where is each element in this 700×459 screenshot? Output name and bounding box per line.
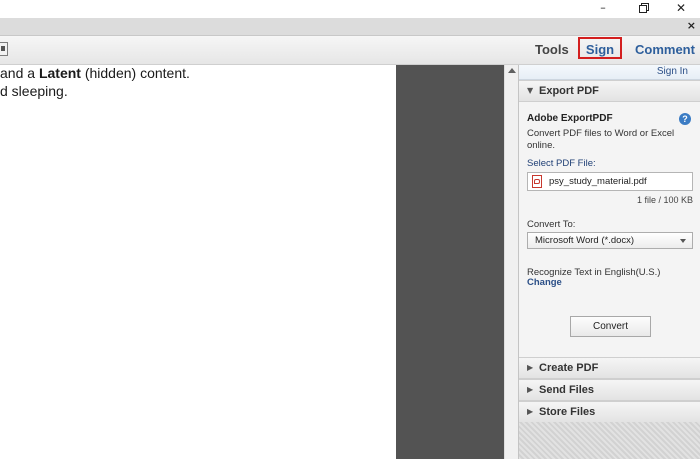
file-name: psy_study_material.pdf: [549, 176, 647, 187]
file-count: 1 file / 100 KB: [636, 195, 693, 205]
bold-text: Latent: [38, 65, 81, 81]
document-canvas-background: [396, 65, 504, 459]
store-files-section-header[interactable]: ▶ Store Files: [519, 401, 700, 423]
text-span: (hidden) content.: [80, 65, 190, 81]
document-tab-bar: ×: [0, 18, 700, 36]
pane-empty-area: [519, 422, 700, 459]
collapsed-arrow-icon: ▶: [527, 407, 534, 416]
close-document-icon[interactable]: ×: [687, 18, 696, 34]
tools-pane: Sign In ▼ Export PDF Adobe ExportPDF ? C…: [518, 65, 700, 459]
sign-tab[interactable]: Sign: [578, 37, 622, 59]
tools-tab[interactable]: Tools: [535, 36, 569, 64]
dropdown-value: Microsoft Word (*.docx): [535, 235, 635, 246]
send-files-section-header[interactable]: ▶ Send Files: [519, 379, 700, 401]
select-pdf-file-label[interactable]: Select PDF File:: [527, 158, 596, 169]
document-page[interactable]: and a Latent (hidden) content. d sleepin…: [0, 65, 396, 459]
scroll-up-arrow-icon[interactable]: [508, 68, 516, 73]
section-label: Store Files: [539, 406, 596, 418]
export-pdf-panel: Adobe ExportPDF ? Convert PDF files to W…: [519, 102, 700, 358]
toolbar-partial-icon[interactable]: [0, 42, 8, 56]
export-pdf-section-header[interactable]: ▼ Export PDF: [519, 80, 700, 102]
section-label: Create PDF: [539, 362, 599, 374]
selected-file-field[interactable]: psy_study_material.pdf: [527, 172, 693, 191]
convert-to-dropdown[interactable]: Microsoft Word (*.docx): [527, 232, 693, 249]
expanded-arrow-icon: ▼: [527, 86, 534, 95]
document-text-line: and a Latent (hidden) content.: [0, 65, 190, 81]
section-label: Send Files: [539, 384, 595, 396]
close-window-icon[interactable]: ✕: [664, 0, 698, 18]
restore-icon[interactable]: [627, 0, 661, 18]
export-pdf-title: Adobe ExportPDF: [527, 113, 613, 124]
chevron-down-icon: [680, 239, 686, 243]
collapsed-arrow-icon: ▶: [527, 363, 534, 372]
sign-in-link[interactable]: Sign In: [657, 65, 688, 79]
text-span: and a: [0, 65, 39, 81]
vertical-scrollbar[interactable]: [504, 65, 518, 459]
pdf-file-icon: [532, 175, 542, 188]
export-pdf-description: Convert PDF files to Word or Excel onlin…: [527, 128, 675, 151]
collapsed-arrow-icon: ▶: [527, 385, 534, 394]
sign-in-bar: Sign In: [519, 65, 700, 80]
minimize-icon[interactable]: –: [586, 0, 620, 18]
help-icon[interactable]: ?: [679, 113, 691, 125]
convert-button[interactable]: Convert: [570, 316, 651, 337]
convert-to-label: Convert To:: [527, 219, 576, 230]
comment-tab[interactable]: Comment: [635, 36, 695, 64]
document-text-line: d sleeping.: [0, 83, 68, 99]
section-label: Export PDF: [539, 85, 599, 97]
change-language-link[interactable]: Change: [527, 277, 562, 288]
title-bar: – ✕: [0, 0, 700, 18]
main-toolbar: Tools Sign Comment: [0, 36, 700, 65]
create-pdf-section-header[interactable]: ▶ Create PDF: [519, 357, 700, 379]
